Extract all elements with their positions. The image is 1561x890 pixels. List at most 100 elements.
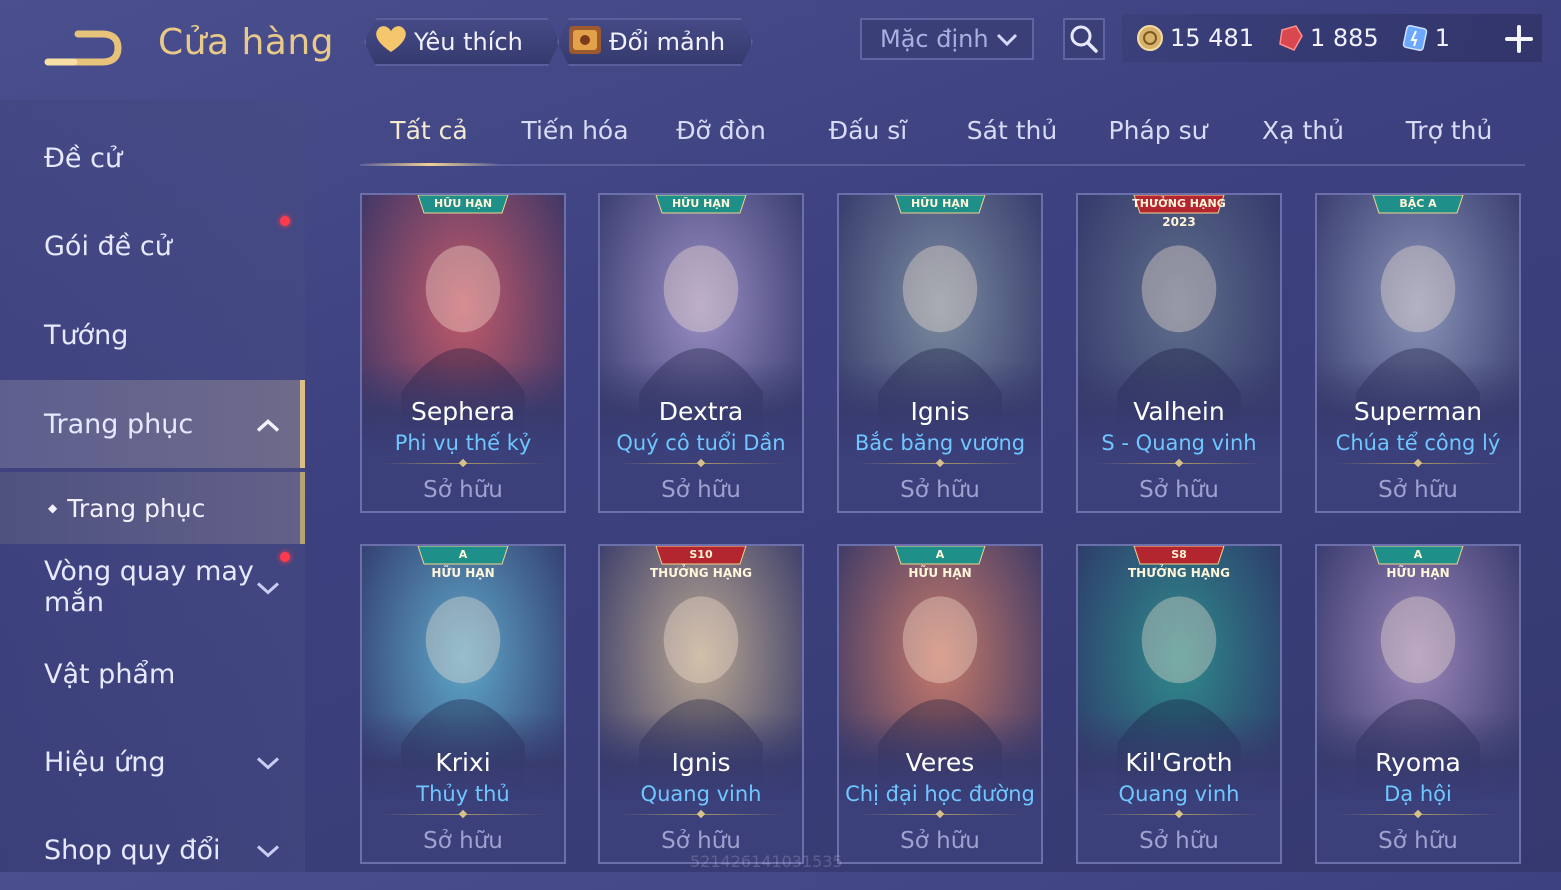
search-button[interactable] <box>1063 18 1105 60</box>
exchange-label: Đổi mảnh <box>609 28 726 56</box>
chevron-down-icon <box>256 572 280 603</box>
skin-card[interactable]: A HỮU HẠN Ryoma Dạ hội Sở hữu <box>1315 544 1521 864</box>
skin-name: Thủy thủ <box>416 782 510 806</box>
watermark-text: 521426141031535 <box>690 852 843 871</box>
ownership-status: Sở hữu <box>661 828 741 854</box>
badge-sublabel: HỮU HẠN <box>1386 566 1450 580</box>
sidebar-item-skins[interactable]: Trang phục <box>0 380 305 468</box>
skin-card[interactable]: S10 THƯỞNG HẠNG Ignis Quang vinh Sở hữu <box>598 544 804 864</box>
sidebar-item-lucky-spin[interactable]: Vòng quay may mắn <box>0 548 300 626</box>
sidebar-subitem-label: Trang phục <box>67 493 206 523</box>
hero-name: Kil'Groth <box>1125 748 1233 777</box>
voucher-currency: 1 885 <box>1276 24 1379 52</box>
badge-label: A <box>935 548 945 561</box>
hero-name: Superman <box>1353 397 1483 426</box>
badge-sublabel: THƯỞNG HẠNG <box>1127 566 1231 580</box>
hero-name: Dextra <box>658 397 744 426</box>
badge-sublabel: HỮU HẠN <box>908 566 972 580</box>
gold-amount: 15 481 <box>1170 24 1254 52</box>
ownership-status: Sở hữu <box>423 828 503 854</box>
sidebar-item-label: Shop quy đổi <box>44 834 221 866</box>
skin-name: S - Quang vinh <box>1101 431 1257 455</box>
sort-value: Mặc định <box>880 25 989 53</box>
skin-name: Phi vụ thế kỷ <box>394 431 532 455</box>
exchange-button[interactable]: Đổi mảnh <box>557 18 753 66</box>
search-icon <box>1070 25 1098 53</box>
ruby-icon <box>1276 24 1304 52</box>
skin-card[interactable]: THƯỞNG HẠNG 2023 Valhein S - Quang vinh … <box>1076 193 1282 513</box>
currency-bar: 15 481 1 885 1 <box>1122 14 1542 62</box>
badge-label: A <box>458 548 468 561</box>
tab-assassin[interactable]: Sát thủ <box>967 116 1057 145</box>
hero-name: Ryoma <box>1375 748 1461 777</box>
skin-name: Chị đại học đường <box>845 782 1035 806</box>
badge-label: HỮU HẠN <box>910 197 970 210</box>
skin-name: Quý cô tuổi Dần <box>616 431 786 455</box>
card-divider <box>618 463 784 464</box>
badge-label: S8 <box>1171 548 1187 561</box>
skin-card[interactable]: HỮU HẠN Dextra Quý cô tuổi Dần Sở hữu <box>598 193 804 513</box>
skin-card[interactable]: HỮU HẠN Sephera Phi vụ thế kỷ Sở hữu <box>360 193 566 513</box>
chevron-down-icon <box>256 835 280 866</box>
favorites-button[interactable]: Yêu thích <box>364 18 560 66</box>
hero-name: Ignis <box>671 748 731 777</box>
tab-tank[interactable]: Đỡ đòn <box>676 116 766 145</box>
skin-card[interactable]: A HỮU HẠN Veres Chị đại học đường Sở hữu <box>837 544 1043 864</box>
sidebar: Đề cử Gói đề cử Tướng Trang phục ◆ Trang… <box>0 100 305 872</box>
sidebar-subitem-skins[interactable]: ◆ Trang phục <box>0 472 305 544</box>
ownership-status: Sở hữu <box>900 828 980 854</box>
skin-card[interactable]: HỮU HẠN Ignis Bắc băng vương Sở hữu <box>837 193 1043 513</box>
card-divider <box>857 814 1023 815</box>
sidebar-item-label: Trang phục <box>44 408 194 440</box>
tab-mage[interactable]: Pháp sư <box>1109 116 1208 145</box>
badge-sublabel: 2023 <box>1162 215 1196 229</box>
active-tab-indicator <box>360 163 500 166</box>
card-divider <box>618 814 784 815</box>
ownership-status: Sở hữu <box>661 477 741 503</box>
back-button[interactable] <box>44 24 124 68</box>
skin-name: Bắc băng vương <box>854 431 1026 455</box>
card-divider <box>1335 463 1501 464</box>
sidebar-item-recommended[interactable]: Đề cử <box>0 118 300 198</box>
card-divider <box>1096 814 1262 815</box>
tab-all[interactable]: Tất cả <box>390 116 467 145</box>
skin-card[interactable]: BẬC A Superman Chúa tể công lý Sở hữu <box>1315 193 1521 513</box>
tab-warrior[interactable]: Đấu sĩ <box>829 116 907 145</box>
ownership-status: Sở hữu <box>900 477 980 503</box>
sidebar-item-bundles[interactable]: Gói đề cử <box>0 206 300 286</box>
tab-support[interactable]: Trợ thủ <box>1406 116 1493 145</box>
back-arrow-icon <box>44 30 122 66</box>
ticket-amount: 1 <box>1434 24 1450 52</box>
ownership-status: Sở hữu <box>1139 828 1219 854</box>
page-title: Cửa hàng <box>158 22 335 63</box>
sidebar-item-exchange-shop[interactable]: Shop quy đổi <box>0 810 300 890</box>
voucher-amount: 1 885 <box>1309 24 1379 52</box>
tab-evolution[interactable]: Tiến hóa <box>521 116 628 145</box>
favorites-label: Yêu thích <box>414 28 523 56</box>
plus-icon <box>1505 25 1533 53</box>
sidebar-item-label: Tướng <box>44 319 129 351</box>
tab-marksman[interactable]: Xạ thủ <box>1262 116 1344 145</box>
badge-label: A <box>1413 548 1423 561</box>
card-divider <box>1335 814 1501 815</box>
skin-card[interactable]: S8 THƯỞNG HẠNG Kil'Groth Quang vinh Sở h… <box>1076 544 1282 864</box>
sidebar-item-heroes[interactable]: Tướng <box>0 295 300 375</box>
add-currency-button[interactable] <box>1502 22 1536 56</box>
skin-name: Chúa tể công lý <box>1335 431 1501 455</box>
ownership-status: Sở hữu <box>1139 477 1219 503</box>
sidebar-item-effects[interactable]: Hiệu ứng <box>0 722 300 802</box>
skin-name: Dạ hội <box>1384 782 1452 806</box>
badge-sublabel: HỮU HẠN <box>431 566 495 580</box>
badge-sublabel: THƯỞNG HẠNG <box>649 566 753 580</box>
sidebar-item-items[interactable]: Vật phẩm <box>0 634 300 714</box>
hero-name: Veres <box>905 748 975 777</box>
ticket-currency: 1 <box>1401 24 1450 52</box>
skin-card[interactable]: A HỮU HẠN Krixi Thủy thủ Sở hữu <box>360 544 566 864</box>
hero-name: Ignis <box>910 397 970 426</box>
sidebar-item-label: Gói đề cử <box>44 230 172 262</box>
ticket-icon <box>1401 24 1429 52</box>
sidebar-item-label: Hiệu ứng <box>44 746 166 778</box>
badge-label: HỮU HẠN <box>433 197 493 210</box>
sort-dropdown[interactable]: Mặc định <box>860 18 1034 60</box>
card-divider <box>380 463 546 464</box>
